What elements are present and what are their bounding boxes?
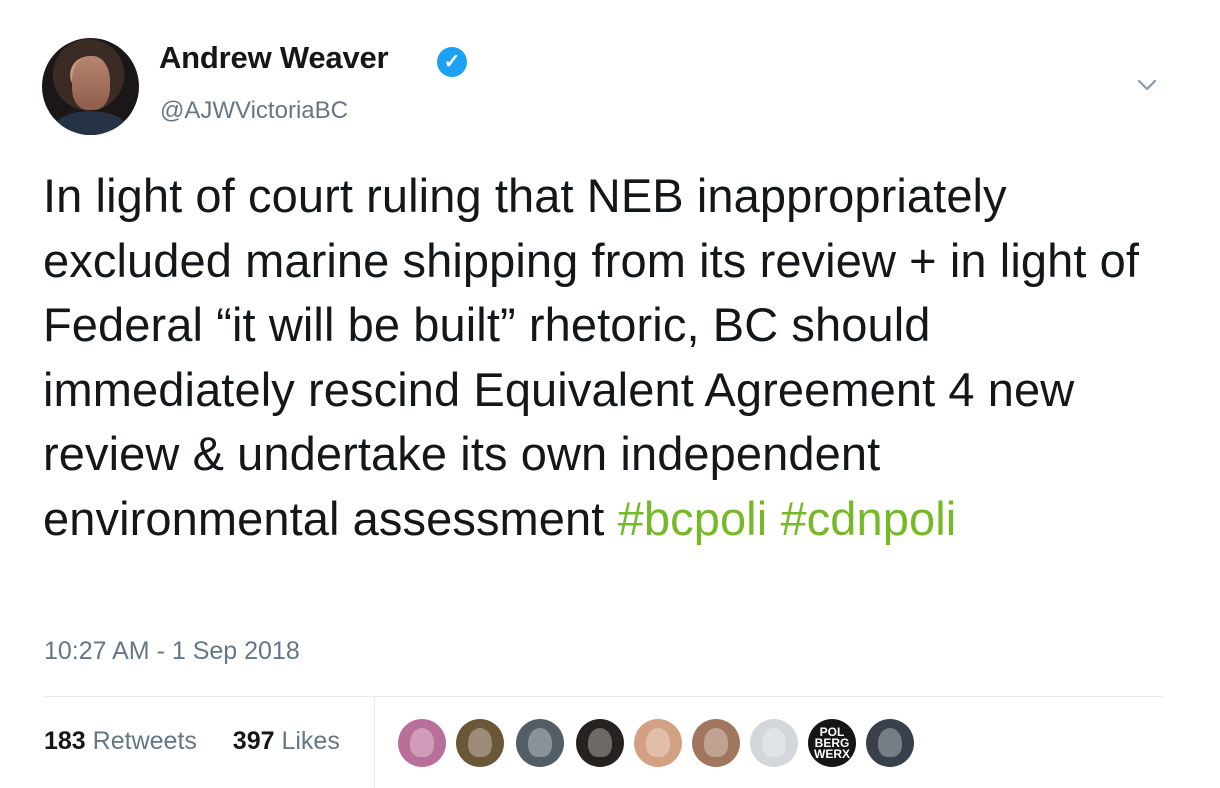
liker-avatar-2[interactable] — [456, 719, 504, 767]
stats-divider — [43, 696, 1163, 697]
engagement-stats: 183 Retweets 397 Likes — [44, 727, 340, 756]
liker-avatar-8[interactable]: POL BERG WERX — [808, 719, 856, 767]
retweet-count: 183 — [44, 727, 86, 755]
author-name[interactable]: Andrew Weaver — [159, 40, 389, 76]
liker-avatar-3[interactable] — [516, 719, 564, 767]
tweet-timestamp[interactable]: 10:27 AM - 1 Sep 2018 — [44, 637, 300, 666]
likes-label: Likes — [281, 727, 340, 755]
tweet-text: In light of court ruling that NEB inappr… — [43, 169, 1140, 545]
author-handle[interactable]: @AJWVictoriaBC — [160, 97, 348, 125]
tweet-body: In light of court ruling that NEB inappr… — [43, 164, 1173, 552]
chevron-down-icon[interactable] — [1132, 70, 1162, 100]
stats-vertical-divider — [374, 696, 375, 788]
liker-logo-text: POL BERG WERX — [814, 724, 850, 761]
verified-badge-icon: ✓ — [437, 47, 467, 77]
retweets-stat[interactable]: 183 Retweets — [44, 727, 204, 755]
liker-avatar-7[interactable] — [750, 719, 798, 767]
liker-avatar-1[interactable] — [398, 719, 446, 767]
retweets-label: Retweets — [92, 727, 197, 755]
liker-avatar-6[interactable] — [692, 719, 740, 767]
likes-stat[interactable]: 397 Likes — [226, 727, 340, 755]
hashtag-bcpoli[interactable]: #bcpoli — [618, 492, 768, 545]
liker-avatar-9[interactable] — [866, 719, 914, 767]
author-avatar[interactable] — [42, 38, 139, 135]
avatar-face — [72, 56, 110, 110]
hashtag-cdnpoli[interactable]: #cdnpoli — [780, 492, 956, 545]
liker-avatar-4[interactable] — [576, 719, 624, 767]
avatar-shirt — [54, 111, 127, 135]
liker-avatar-5[interactable] — [634, 719, 682, 767]
like-count: 397 — [232, 727, 275, 755]
